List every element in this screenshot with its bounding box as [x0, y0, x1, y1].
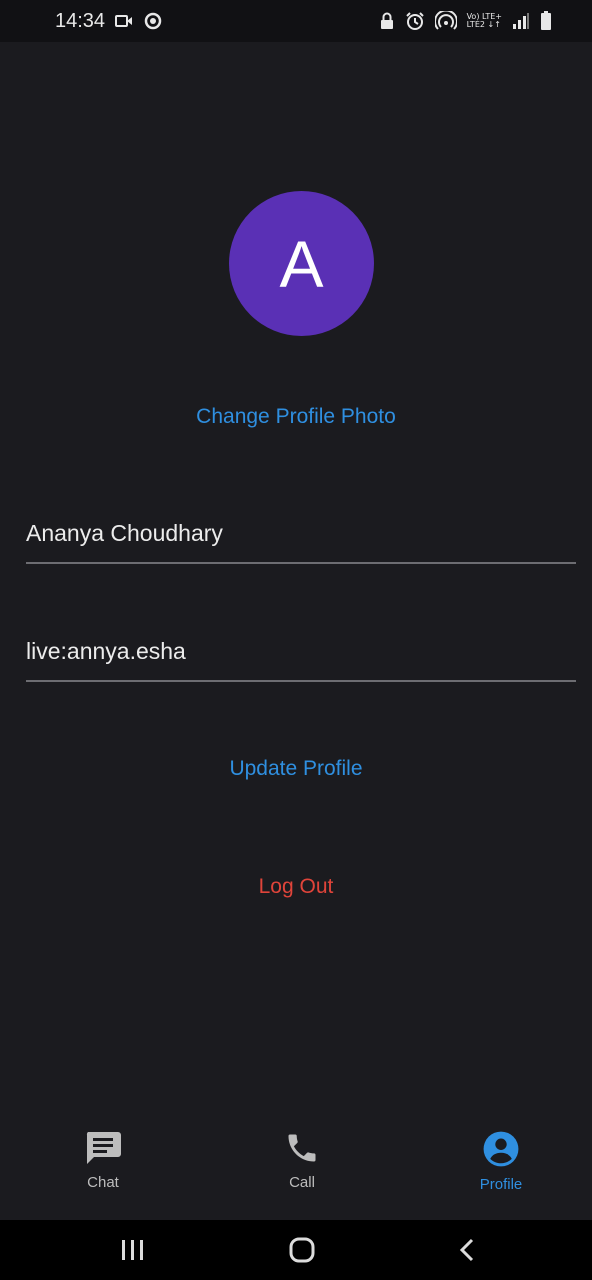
avatar-letter: A [279, 226, 324, 301]
video-camera-icon [115, 14, 133, 28]
status-time: 14:34 [55, 9, 106, 32]
user-id-field-value: live:annya.esha [26, 638, 186, 664]
network-bottom-text: LTE2 ↓↑ [466, 20, 501, 29]
network-type-indicator: Vo) LTE+ LTE2 ↓↑ [467, 13, 502, 29]
chat-icon [84, 1130, 122, 1170]
log-out-button[interactable]: Log Out [0, 875, 592, 899]
status-left: 14:34 [55, 10, 163, 33]
bottom-navigation: Chat Call Profile [0, 1130, 592, 1220]
status-right: Vo) LTE+ LTE2 ↓↑ [379, 11, 552, 31]
update-profile-button[interactable]: Update Profile [0, 757, 592, 781]
name-field[interactable]: Ananya Choudhary [26, 520, 576, 564]
user-id-field[interactable]: live:annya.esha [26, 638, 576, 682]
data-saver-icon [143, 11, 163, 31]
back-icon[interactable] [457, 1237, 477, 1263]
account-circle-icon [482, 1130, 520, 1172]
alarm-icon [405, 11, 425, 31]
status-bar: 14:34 Vo) LTE+ LTE2 ↓↑ [0, 0, 592, 42]
nav-label-chat: Chat [87, 1174, 119, 1191]
home-icon[interactable] [288, 1236, 316, 1264]
hotspot-icon [434, 11, 457, 31]
lock-icon [379, 12, 395, 30]
signal-icon [512, 12, 530, 30]
nav-item-chat[interactable]: Chat [66, 1130, 140, 1220]
nav-label-profile: Profile [479, 1176, 523, 1193]
name-field-value: Ananya Choudhary [26, 520, 223, 546]
change-profile-photo-button[interactable]: Change Profile Photo [0, 405, 592, 429]
phone-icon [284, 1130, 320, 1170]
recent-apps-icon[interactable] [120, 1238, 146, 1262]
nav-label-call: Call [289, 1174, 315, 1191]
profile-screen: 14:34 Vo) LTE+ LTE2 ↓↑ A Change Profile … [0, 0, 592, 1280]
nav-item-profile[interactable]: Profile [464, 1130, 538, 1220]
avatar[interactable]: A [229, 191, 374, 336]
nav-item-call[interactable]: Call [265, 1130, 339, 1220]
system-navigation-bar [0, 1220, 592, 1280]
battery-icon [540, 11, 552, 31]
